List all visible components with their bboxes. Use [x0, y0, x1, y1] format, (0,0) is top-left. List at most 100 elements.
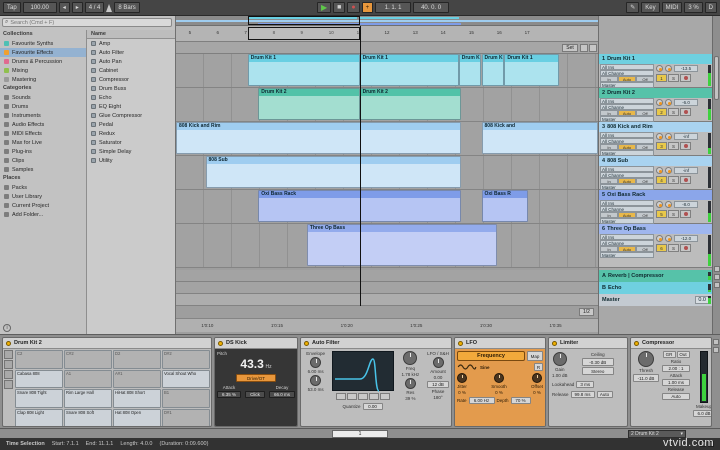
track-header-5[interactable]: 5Oxi Bass Rack All Ins All Channe InAuto… [599, 190, 712, 224]
monitor-off[interactable]: Off [636, 212, 654, 218]
drum-pad[interactable]: Snare 808 Tight [15, 389, 63, 408]
place-packs[interactable]: Packs [0, 183, 86, 192]
time-signature-field[interactable]: 4 / 4 [85, 2, 105, 13]
rate-value[interactable]: 6.00 Hz [469, 397, 495, 404]
monitor-off[interactable]: Off [636, 76, 654, 82]
nudge-down-button[interactable]: ◂ [59, 2, 70, 13]
nudge-up-button[interactable]: ▸ [72, 2, 83, 13]
send-b-knob[interactable] [665, 167, 672, 174]
device-header[interactable]: Auto Filter [301, 338, 451, 349]
track-activator[interactable]: 3 [656, 142, 667, 150]
send-b-knob[interactable] [665, 65, 672, 72]
browser-device-row[interactable]: Drum Buss [87, 84, 175, 93]
loop-switch[interactable] [580, 44, 588, 52]
device-header[interactable]: Drum Kit 2 [3, 338, 211, 349]
track-header-4[interactable]: 4808 Sub All Ins All Channe InAutoOff Ma… [599, 156, 712, 190]
clip[interactable]: Drum Kit 1 [360, 54, 459, 86]
collection-favourite-effects[interactable]: Favourite Effects [0, 48, 86, 57]
browser-device-row[interactable]: Saturator [87, 138, 175, 147]
midi-map-button[interactable]: MIDI [662, 2, 683, 13]
monitor-in[interactable]: In [600, 110, 618, 116]
master-volume-field[interactable]: 0.0 [695, 296, 709, 304]
monitor-in[interactable]: In [600, 178, 618, 184]
drum-pad[interactable]: D2 [113, 350, 161, 369]
retrigger-button[interactable]: R [534, 363, 543, 371]
threshold-value[interactable]: -11.0 dB [633, 374, 659, 382]
filter-display[interactable] [332, 351, 394, 391]
send-a-knob[interactable] [656, 235, 663, 242]
send-b-knob[interactable] [665, 201, 672, 208]
threshold-knob[interactable] [638, 351, 654, 367]
gain-knob[interactable] [553, 352, 567, 366]
browser-device-row[interactable]: Compressor [87, 75, 175, 84]
device-auto-filter[interactable]: Auto Filter Envelope 6.00 ms 53.0 ms [300, 337, 452, 427]
track-name[interactable]: 808 Sub [607, 158, 628, 164]
send-a-knob[interactable] [656, 65, 663, 72]
arm-button[interactable] [680, 176, 691, 184]
punch-out-switch[interactable] [589, 44, 597, 52]
monitor-off[interactable]: Off [636, 246, 654, 252]
smooth-knob[interactable] [494, 373, 504, 383]
browser-device-row[interactable]: EQ Eight [87, 102, 175, 111]
drum-pad[interactable]: Hat 808 Open [113, 409, 161, 428]
arrangement-view[interactable]: 5 6 7 8 9 10 11 12 13 14 15 16 17 Set Dr… [176, 16, 598, 334]
bank-button[interactable] [4, 370, 13, 379]
track-name[interactable]: Master [602, 297, 620, 303]
ratio-value[interactable]: 2.00 : 1 [662, 365, 690, 372]
send-a-knob[interactable] [656, 99, 663, 106]
clip[interactable]: Drum Kit 1 [248, 54, 360, 86]
ceiling-value[interactable]: -0.30 dB [582, 358, 614, 366]
track-header-3[interactable]: 3808 Kick and Rim All Ins All Channe InA… [599, 122, 712, 156]
set-button[interactable]: Set [562, 44, 578, 52]
pitch-value[interactable]: 43.3 [240, 357, 263, 371]
lfo-amount-knob[interactable] [433, 357, 444, 368]
arm-button[interactable] [680, 142, 691, 150]
clip[interactable]: 808 Kick and Rim [176, 122, 461, 154]
browser-device-row[interactable]: Glue Compressor [87, 111, 175, 120]
clip[interactable]: Three Op Bass [307, 224, 497, 266]
release-value[interactable]: 53.0 ms [308, 387, 324, 392]
clip[interactable]: Oxi Bass R [482, 190, 528, 222]
grid-interval[interactable]: 1/2 [579, 308, 594, 316]
smooth-value[interactable]: 0 % [495, 390, 503, 395]
decay-value[interactable]: 66.0 ms [269, 391, 295, 398]
drum-pad[interactable]: C2 [15, 350, 63, 369]
waveform-selector[interactable]: Sine [480, 365, 490, 370]
freq-value[interactable]: 1.78 kHz [401, 372, 419, 377]
loop-brace[interactable] [248, 27, 360, 40]
quantize-field[interactable]: 1 [332, 430, 388, 438]
draw-mode-button[interactable]: ✎ [626, 2, 639, 13]
category-audio-effects[interactable]: Audio Effects [0, 120, 86, 129]
category-drums[interactable]: Drums [0, 102, 86, 111]
quantize-value[interactable]: 0.00 [363, 403, 383, 410]
lane-master[interactable] [176, 294, 598, 306]
monitor-auto[interactable]: Auto [618, 76, 636, 82]
device-on-toggle[interactable] [552, 341, 557, 346]
gr-view-button[interactable]: GR [663, 351, 676, 358]
device-compressor[interactable]: Compressor Thresh -11.0 dB GROut Ratio 2… [630, 337, 712, 427]
map-button[interactable]: Map [527, 351, 543, 361]
drum-pad[interactable]: A#1 [113, 370, 161, 389]
drum-pad[interactable]: A1 [64, 370, 112, 389]
send-b-knob[interactable] [665, 99, 672, 106]
drive-button[interactable]: Drive/OT [236, 374, 276, 382]
device-ds-kick[interactable]: DS Kick Pitch 43.3 Hz Drive/OT Attack6.3… [214, 337, 298, 427]
sends-section-toggle[interactable] [714, 274, 720, 280]
category-samples[interactable]: Samples [0, 165, 86, 174]
record-button[interactable]: ● [347, 2, 359, 13]
drum-pad[interactable]: Rim Large Hall [64, 389, 112, 408]
device-on-toggle[interactable] [6, 341, 11, 346]
track-activator[interactable]: 2 [656, 108, 667, 116]
device-on-toggle[interactable] [218, 341, 223, 346]
lane-drum-kit-2[interactable]: Drum Kit 2 Drum Kit 2 [176, 88, 598, 122]
drum-pad[interactable]: B1 [162, 389, 210, 408]
monitor-in[interactable]: In [600, 212, 618, 218]
device-header[interactable]: LFO [455, 338, 545, 349]
drum-pad[interactable]: D#2 [162, 350, 210, 369]
loop-start-field[interactable]: 1. 1. 1 [375, 2, 411, 13]
bank-button[interactable] [4, 360, 13, 369]
output-chooser[interactable]: Master [600, 252, 654, 258]
browser-device-row[interactable]: Amp [87, 39, 175, 48]
loop-length-field[interactable]: 40. 0. 0 [413, 2, 449, 13]
scrub-area[interactable]: Set [176, 42, 598, 54]
